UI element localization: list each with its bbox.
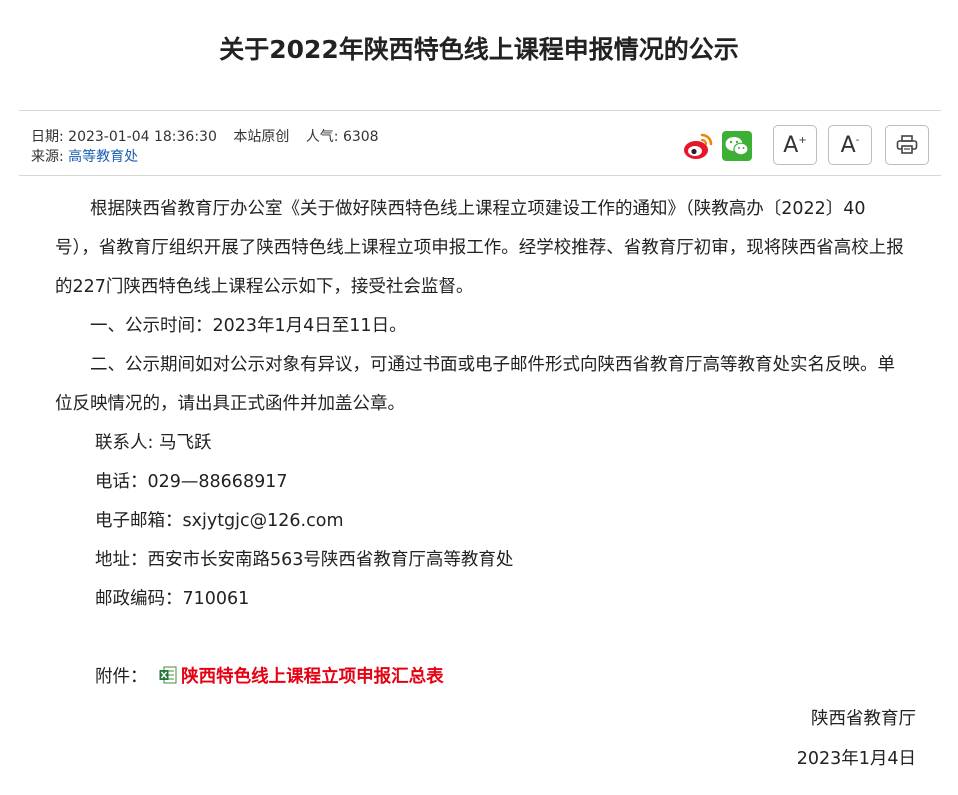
weibo-share-button[interactable] (683, 131, 713, 161)
excel-file-icon (159, 666, 177, 684)
views-label: 人气: (305, 129, 339, 145)
date-value: 2023-01-04 18:36:30 (68, 129, 217, 145)
attachment-label: 附件： (95, 667, 148, 687)
contact-address: 地址：西安市长安南路563号陕西省教育厅高等教育处 (95, 550, 514, 570)
font-decrease-button[interactable]: A- (828, 125, 872, 165)
weibo-icon (684, 133, 713, 159)
objection-paragraph: 二、公示期间如对公示对象有异议，可通过书面或电子邮件形式向陕西省教育厅高等教育处… (55, 355, 895, 414)
article-meta-bar: 日期: 2023-01-04 18:36:30 本站原创 人气: 6308 来源… (19, 110, 941, 176)
contact-email: 电子邮箱：sxjytgjc@126.com (95, 511, 344, 531)
page-title: 关于2022年陕西特色线上课程申报情况的公示 (219, 35, 739, 64)
origin-text: 本站原创 (233, 129, 290, 145)
meta-line-date: 日期: 2023-01-04 18:36:30 本站原创 人气: 6308 (31, 126, 379, 146)
contact-postcode: 邮政编码：710061 (95, 589, 250, 609)
wechat-share-button[interactable] (722, 131, 752, 161)
source-label: 来源: (31, 149, 64, 165)
intro-paragraph: 根据陕西省教育厅办公室《关于做好陕西特色线上课程立项建设工作的通知》（陕教高办〔… (55, 199, 904, 297)
signature-date: 2023年1月4日 (796, 749, 916, 769)
attachment-row: 附件： 陕西特色线上课程立项申报汇总表 (55, 658, 905, 697)
font-increase-label: A (783, 132, 799, 158)
font-increase-sup: + (798, 134, 807, 146)
font-increase-button[interactable]: A + (773, 125, 817, 165)
meta-line-source: 来源: 高等教育处 (31, 146, 138, 166)
article-body: 根据陕西省教育厅办公室《关于做好陕西特色线上课程立项建设工作的通知》（陕教高办〔… (55, 190, 905, 697)
date-label: 日期: (31, 129, 64, 145)
notice-period: 一、公示时间：2023年1月4日至11日。 (90, 316, 407, 336)
signature-org: 陕西省教育厅 (811, 709, 916, 729)
contact-person: 联系人: 马飞跃 (95, 433, 212, 453)
views-value: 6308 (342, 129, 379, 145)
printer-icon (896, 135, 918, 154)
contact-phone: 电话：029—88668917 (95, 472, 288, 492)
source-link[interactable]: 高等教育处 (68, 149, 138, 165)
wechat-icon (722, 131, 752, 161)
print-button[interactable] (885, 125, 929, 165)
attachment-link[interactable]: 陕西特色线上课程立项申报汇总表 (181, 667, 444, 687)
font-decrease-sup: - (855, 134, 860, 146)
font-decrease-label: A (840, 132, 856, 158)
